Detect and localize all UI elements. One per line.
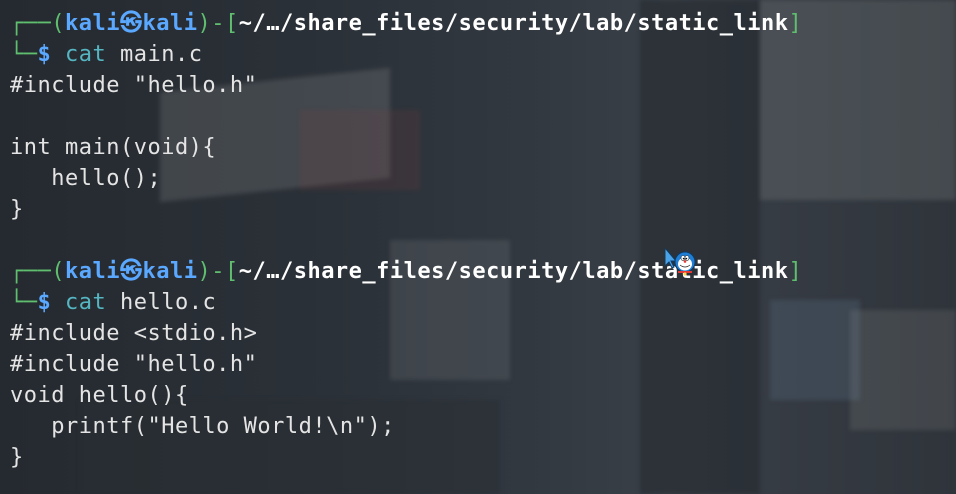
prompt-dollar: $ bbox=[37, 290, 52, 315]
prompt-host: kali bbox=[142, 11, 198, 36]
command-name: cat bbox=[65, 290, 107, 315]
output-line: int main(void){ bbox=[10, 135, 217, 160]
command-argument: main.c bbox=[120, 42, 203, 67]
prompt-host: kali bbox=[142, 259, 198, 284]
prompt-frame: )-[ bbox=[197, 259, 239, 284]
prompt-frame: ] bbox=[788, 259, 803, 284]
prompt-frame: ] bbox=[788, 11, 803, 36]
prompt-frame: └─ bbox=[10, 290, 38, 315]
prompt-frame: └─ bbox=[10, 42, 38, 67]
prompt-frame: )-[ bbox=[197, 11, 239, 36]
prompt-user: kali bbox=[64, 259, 120, 284]
background-decor bbox=[640, 0, 760, 494]
command-name: cat bbox=[65, 42, 107, 67]
prompt-line-command: └─$ cat main.c bbox=[10, 39, 202, 70]
output-line: #include <stdio.h> bbox=[10, 321, 258, 346]
output-line: printf("Hello World!\n"); bbox=[10, 414, 395, 439]
output-line: } bbox=[10, 197, 24, 222]
output-line: void hello(){ bbox=[10, 383, 189, 408]
prompt-user: kali bbox=[64, 11, 120, 36]
prompt-frame: ┌──( bbox=[10, 11, 65, 36]
prompt-frame: ┌──( bbox=[10, 259, 65, 284]
kali-at-icon: ㉿ bbox=[119, 259, 143, 284]
terminal-window[interactable]: ┌──(kali㉿kali)-[~/…/share_files/security… bbox=[0, 0, 956, 494]
prompt-dollar: $ bbox=[37, 42, 52, 67]
background-decor bbox=[300, 110, 420, 190]
prompt-path: ~/…/share_files/security/lab/static_link bbox=[238, 259, 789, 284]
command-argument: hello.c bbox=[120, 290, 217, 315]
background-decor bbox=[770, 300, 860, 400]
prompt-line-command: └─$ cat hello.c bbox=[10, 287, 216, 318]
output-line: } bbox=[10, 445, 24, 470]
output-line: #include "hello.h" bbox=[10, 352, 258, 377]
output-line: hello(); bbox=[10, 166, 162, 191]
doraemon-cursor-icon bbox=[665, 248, 696, 276]
background-decor bbox=[850, 310, 956, 430]
output-line: #include "hello.h" bbox=[10, 73, 258, 98]
kali-at-icon: ㉿ bbox=[119, 11, 143, 36]
prompt-path: ~/…/share_files/security/lab/static_link bbox=[238, 11, 789, 36]
prompt-line-top: ┌──(kali㉿kali)-[~/…/share_files/security… bbox=[10, 8, 802, 39]
